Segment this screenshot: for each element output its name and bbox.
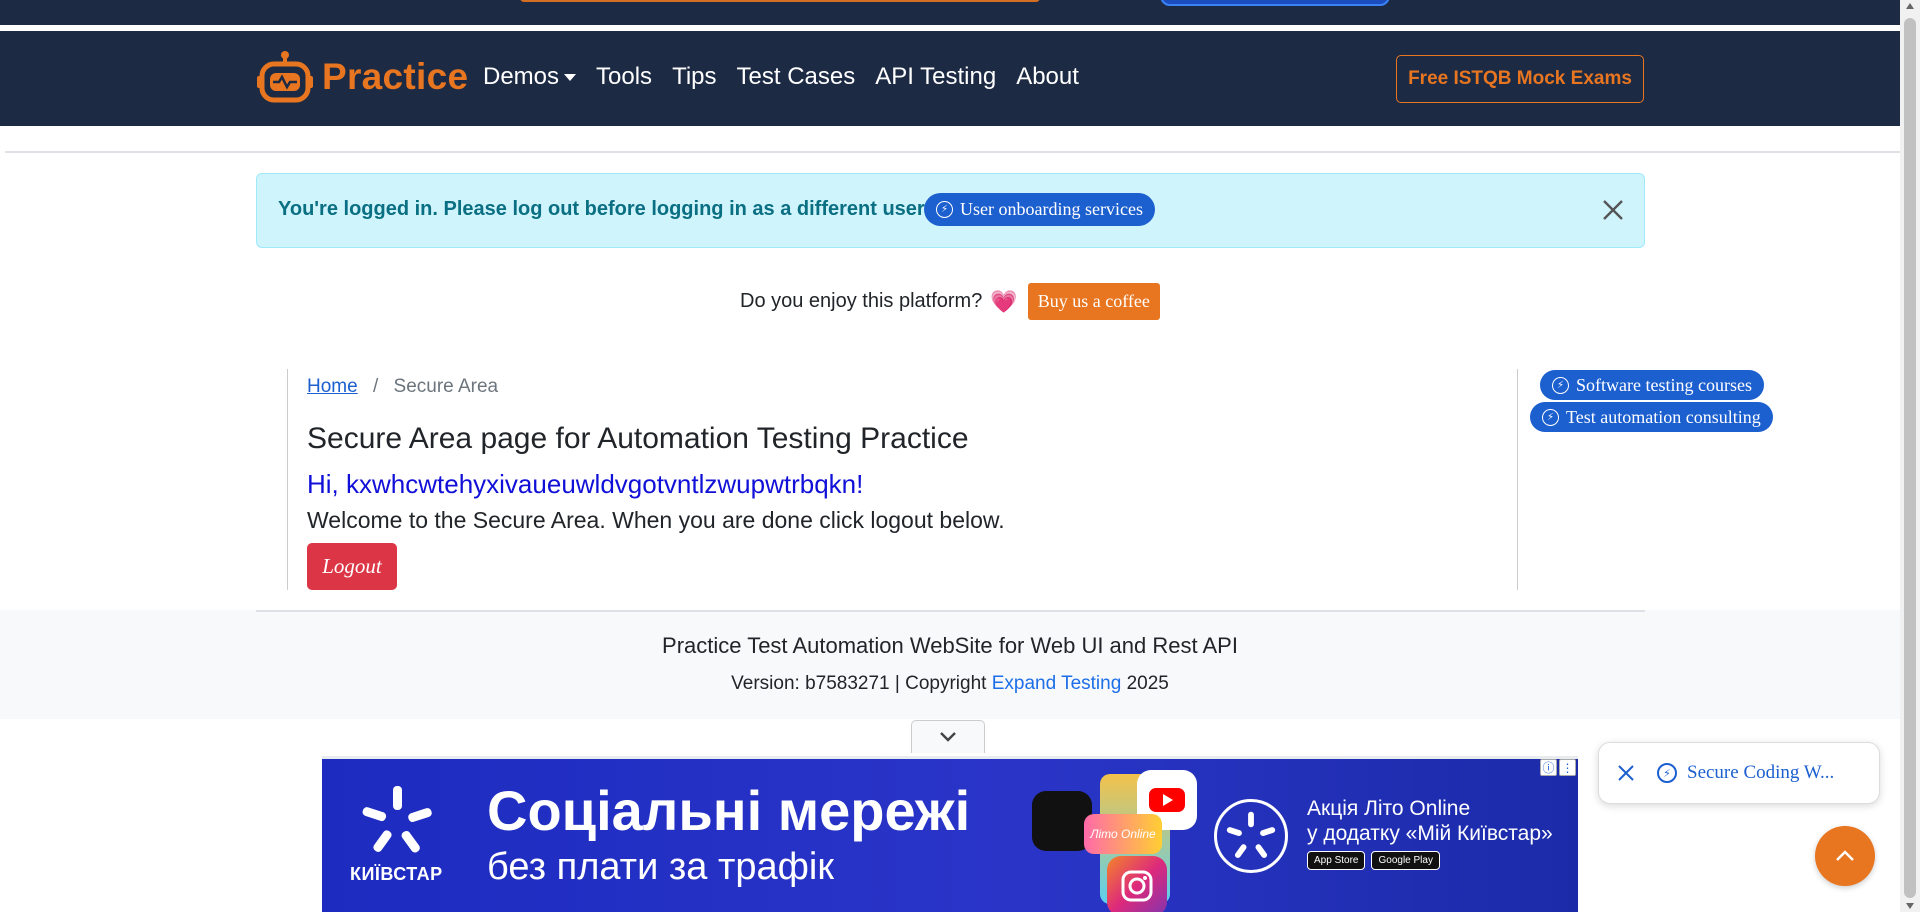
bolt-icon: ⚡ <box>1552 376 1569 394</box>
alert-message: You're logged in. Please log out before … <box>278 198 925 220</box>
divider <box>5 151 1900 153</box>
breadcrumb: Home / Secure Area <box>307 376 498 398</box>
buy-coffee-button[interactable]: Buy us a coffee <box>1027 283 1160 320</box>
scroll-down-arrow-icon[interactable] <box>1906 903 1914 909</box>
heart-icon: 💗 <box>990 288 1018 314</box>
pill-label: Software testing courses <box>1576 374 1752 395</box>
chevron-down-icon <box>940 732 956 742</box>
footer: Practice Test Automation WebSite for Web… <box>0 610 1900 719</box>
logout-button[interactable]: Logout <box>307 543 397 590</box>
google-play-badge[interactable]: Google Play <box>1371 851 1440 870</box>
top-promo-text-fragment <box>520 0 1040 2</box>
nav-item-tools[interactable]: Tools <box>596 63 652 91</box>
version-text: Version: b7583271 | Copyright <box>731 673 987 694</box>
close-icon[interactable] <box>1617 764 1635 782</box>
tiktok-icon <box>1032 791 1092 851</box>
instagram-icon <box>1107 856 1167 912</box>
ad-brand-name: КИЇВСТАР <box>350 864 443 884</box>
robot-icon <box>257 51 313 103</box>
chevron-up-icon <box>1836 850 1854 861</box>
ad-top-border <box>322 756 1578 759</box>
nav-item-demos[interactable]: Demos <box>483 63 577 91</box>
toast-label: Secure Coding W... <box>1687 762 1835 783</box>
scrollbar[interactable] <box>1900 0 1920 912</box>
pill-label: User onboarding services <box>960 199 1143 219</box>
info-icon[interactable]: ⓘ <box>1540 759 1557 776</box>
breadcrumb-separator: / <box>372 376 379 397</box>
page-title: Secure Area page for Automation Testing … <box>307 422 969 455</box>
ad-collapse-button[interactable] <box>911 720 985 753</box>
nav-item-about[interactable]: About <box>1016 63 1079 91</box>
brand[interactable]: Practice <box>256 49 468 104</box>
logged-in-alert: You're logged in. Please log out before … <box>256 173 1645 248</box>
bolt-icon: ⚡ <box>936 201 953 218</box>
tile-label: Літо Online <box>1090 827 1156 841</box>
caret-down-icon <box>564 73 577 81</box>
software-testing-courses-pill[interactable]: ⚡ Software testing courses <box>1540 370 1764 400</box>
top-promo-strip <box>0 0 1900 28</box>
footer-divider <box>256 610 1645 612</box>
navbar: Practice Demos Tools Tips Test Cases API… <box>0 31 1900 126</box>
kyivstar-star-icon <box>362 786 432 853</box>
footer-version: Version: b7583271 | Copyright Expand Tes… <box>0 673 1900 695</box>
nav-item-label: Demos <box>483 63 560 90</box>
secure-coding-toast[interactable]: ⚡ Secure Coding W... <box>1598 742 1880 804</box>
scroll-up-arrow-icon[interactable] <box>1906 3 1914 9</box>
scroll-to-top-button[interactable] <box>1815 826 1875 886</box>
istqb-exams-button[interactable]: Free ISTQB Mock Exams <box>1396 55 1644 103</box>
promo-line-1: Акція Літо Online <box>1307 797 1471 820</box>
greeting: Hi, kxwhcwtehyxivaueuwldvgotvntlzwupwtrb… <box>307 469 864 499</box>
kyivstar-app-icon <box>1214 799 1288 873</box>
footer-title: Practice Test Automation WebSite for Web… <box>662 633 1238 658</box>
enjoy-banner: Do you enjoy this platform? 💗 Buy us a c… <box>740 283 1160 320</box>
ad-headline: Соціальні мережі <box>487 779 971 842</box>
breadcrumb-current: Secure Area <box>393 376 499 397</box>
store-badges: App Store Google Play <box>1307 851 1440 870</box>
app-store-badge[interactable]: App Store <box>1307 851 1366 870</box>
nav-item-api-testing[interactable]: API Testing <box>875 63 996 91</box>
top-promo-button-fragment[interactable] <box>1160 0 1390 6</box>
summer-online-tile: Літо Online <box>1084 814 1162 854</box>
kyivstar-ad-banner[interactable]: КИЇВСТАР Соціальні мережі без плати за т… <box>322 756 1578 912</box>
nav-item-tips[interactable]: Tips <box>672 63 716 91</box>
scrollbar-thumb[interactable] <box>1904 18 1916 898</box>
user-onboarding-services-pill[interactable]: ⚡ User onboarding services <box>924 193 1155 226</box>
nav-links: Demos Tools Tips Test Cases API Testing … <box>483 63 1079 91</box>
ad-subline: без плати за трафік <box>487 846 834 888</box>
ad-promo-text: Акція Літо Online у додатку «Мій Київста… <box>1307 796 1553 846</box>
pill-label: Test automation consulting <box>1566 406 1761 427</box>
bolt-icon: ⚡ <box>1542 408 1559 426</box>
expand-testing-link[interactable]: Expand Testing <box>992 673 1122 694</box>
enjoy-question: Do you enjoy this platform? <box>740 290 983 312</box>
nav-item-test-cases[interactable]: Test Cases <box>737 63 856 91</box>
test-automation-consulting-pill[interactable]: ⚡ Test automation consulting <box>1530 402 1773 432</box>
more-icon[interactable]: ⋮ <box>1559 759 1576 776</box>
welcome-text: Welcome to the Secure Area. When you are… <box>307 507 1005 533</box>
copyright-year: 2025 <box>1126 673 1169 694</box>
breadcrumb-home-link[interactable]: Home <box>307 376 358 397</box>
brand-name: Practice <box>322 55 469 97</box>
close-icon[interactable] <box>1599 196 1627 224</box>
bolt-icon: ⚡ <box>1657 763 1677 783</box>
promo-line-2: у додатку «Мій Київстар» <box>1307 822 1553 845</box>
secure-area-content: Home / Secure Area Secure Area page for … <box>287 369 1518 590</box>
